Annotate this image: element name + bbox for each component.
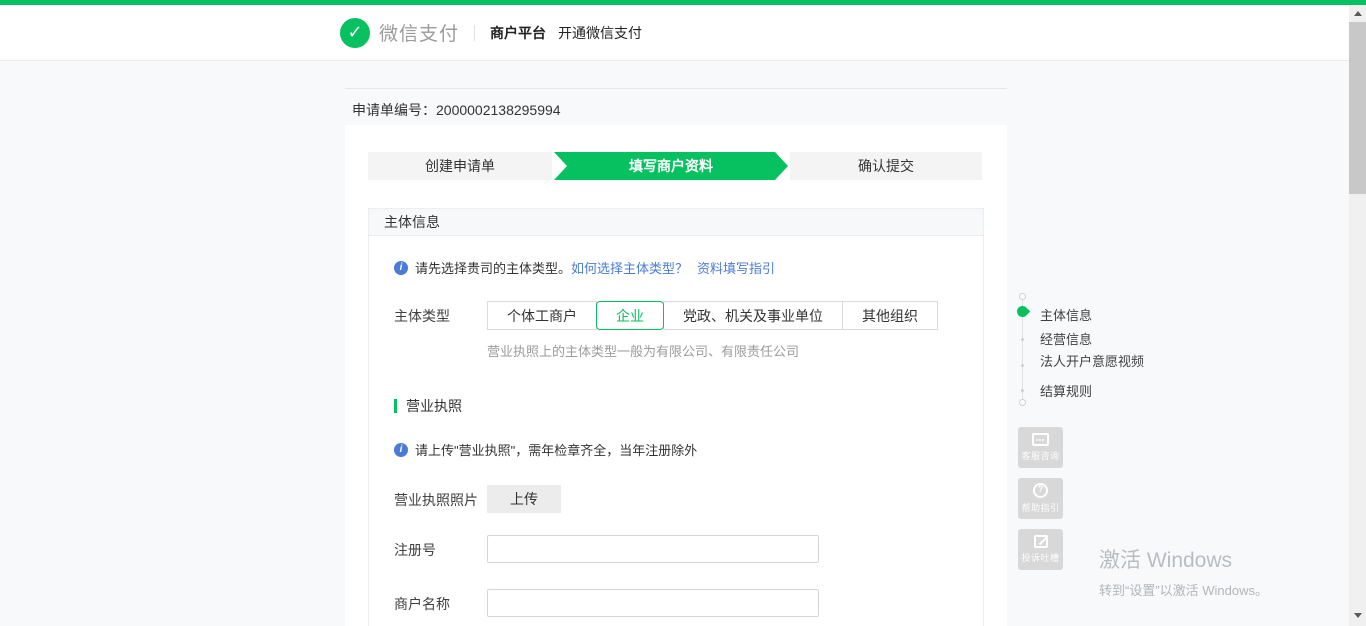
- subject-type-notice: 请先选择贵司的主体类型。 如何选择主体类型？ 资料填写指引: [394, 258, 958, 277]
- subject-type-hint: 营业执照上的主体类型一般为有限公司、有限责任公司: [487, 341, 958, 360]
- help-guide-button[interactable]: 帮助指引: [1018, 478, 1063, 519]
- nav-dot-icon: [1021, 338, 1024, 341]
- anchor-item-subject-info[interactable]: 主体信息: [1040, 308, 1150, 323]
- header-divider: [474, 25, 475, 41]
- wizard-step-confirm: 确认提交: [790, 152, 982, 180]
- page-anchor-nav: 主体信息 经营信息 法人开户意愿视频 结算规则: [1016, 292, 1156, 414]
- anchor-item-legal-person-video[interactable]: 法人开户意愿视频: [1040, 354, 1150, 369]
- chat-icon: [1032, 433, 1049, 446]
- link-how-to-choose[interactable]: 如何选择主体类型？: [571, 258, 688, 277]
- nav-bottom-circle-icon: [1019, 399, 1026, 406]
- nav-top-circle-icon: [1019, 293, 1026, 300]
- anchor-item-settlement-rules[interactable]: 结算规则: [1040, 384, 1150, 399]
- floating-toolbar: 客服咨询 帮助指引 投诉吐槽: [1018, 427, 1063, 570]
- section-title: 主体信息: [369, 209, 983, 236]
- float-button-label: 客服咨询: [1021, 449, 1059, 462]
- anchor-item-business-info[interactable]: 经营信息: [1040, 332, 1150, 347]
- type-option-individual[interactable]: 个体工商户: [487, 301, 597, 330]
- upload-button[interactable]: 上传: [487, 485, 561, 513]
- float-button-label: 投诉吐槽: [1021, 551, 1059, 564]
- main-form-card: 创建申请单 填写商户资料 确认提交 主体信息 请先选择贵司的主体类型。 如何选择…: [345, 125, 1007, 626]
- subject-type-label: 主体类型: [394, 301, 487, 326]
- top-accent-bar: [0, 0, 1366, 5]
- section-body: 请先选择贵司的主体类型。 如何选择主体类型？ 资料填写指引 主体类型 个体工商户…: [369, 236, 983, 626]
- nav-dot-icon: [1021, 364, 1024, 367]
- application-number-value: 2000002138295994: [436, 102, 561, 118]
- subject-type-row: 主体类型 个体工商户 企业 党政、机关及事业单位 其他组织: [394, 301, 958, 330]
- feedback-button[interactable]: 投诉吐槽: [1018, 529, 1063, 570]
- link-fill-guide[interactable]: 资料填写指引: [697, 258, 775, 277]
- info-icon: [394, 261, 408, 275]
- subject-type-options: 个体工商户 企业 党政、机关及事业单位 其他组织: [487, 301, 938, 330]
- scroll-up-button[interactable]: [1349, 5, 1366, 22]
- license-notice: 请上传"营业执照"，需年检章齐全，当年注册除外: [394, 440, 958, 459]
- type-option-other[interactable]: 其他组织: [842, 301, 938, 330]
- customer-service-button[interactable]: 客服咨询: [1018, 427, 1063, 468]
- windows-activation-watermark: 激活 Windows 转到“设置”以激活 Windows。: [1099, 544, 1268, 599]
- merchant-name-input[interactable]: [487, 589, 819, 617]
- watermark-line1: 激活 Windows: [1099, 544, 1268, 574]
- brand-title: 微信支付: [379, 19, 459, 46]
- question-icon: [1033, 483, 1048, 498]
- merchant-name-row: 商户名称: [394, 589, 958, 617]
- edit-icon: [1034, 535, 1048, 548]
- meta-divider-line: [345, 88, 1007, 89]
- active-section-marker-icon: [1015, 304, 1031, 320]
- license-notice-text: 请上传"营业执照"，需年检章齐全，当年注册除外: [415, 440, 697, 459]
- subject-info-section: 主体信息 请先选择贵司的主体类型。 如何选择主体类型？ 资料填写指引 主体类型 …: [368, 208, 984, 626]
- license-title-text: 营业执照: [406, 396, 462, 416]
- float-button-label: 帮助指引: [1021, 501, 1059, 514]
- wizard-step-fill-info: 填写商户资料: [554, 152, 788, 180]
- type-option-government[interactable]: 党政、机关及事业单位: [663, 301, 843, 330]
- merchant-name-label: 商户名称: [394, 589, 487, 614]
- green-bar-icon: [394, 399, 397, 413]
- wizard-step-create: 创建申请单: [368, 152, 552, 180]
- license-photo-label: 营业执照照片: [394, 485, 487, 510]
- registration-number-input[interactable]: [487, 535, 819, 563]
- watermark-line2: 转到“设置”以激活 Windows。: [1099, 580, 1268, 599]
- scroll-down-button[interactable]: [1349, 607, 1366, 624]
- application-number-label: 申请单编号：: [352, 102, 436, 118]
- license-photo-row: 营业执照照片 上传: [394, 485, 958, 513]
- triangle-down-icon: [1354, 613, 1362, 618]
- nav-merchant-platform[interactable]: 商户平台: [490, 23, 546, 43]
- license-subsection-title: 营业执照: [394, 396, 958, 416]
- application-number-line: 申请单编号：2000002138295994: [352, 100, 561, 120]
- scrollbar-thumb[interactable]: [1349, 22, 1366, 194]
- triangle-up-icon: [1354, 11, 1362, 16]
- registration-number-label: 注册号: [394, 535, 487, 560]
- nav-activate-wechat-pay[interactable]: 开通微信支付: [558, 23, 642, 43]
- info-icon: [394, 443, 408, 457]
- step-wizard: 创建申请单 填写商户资料 确认提交: [368, 152, 984, 180]
- type-option-enterprise[interactable]: 企业: [596, 301, 664, 330]
- vertical-scrollbar[interactable]: [1349, 5, 1366, 626]
- notice-text: 请先选择贵司的主体类型。: [415, 258, 571, 277]
- nav-dot-icon: [1021, 389, 1024, 392]
- registration-number-row: 注册号: [394, 535, 958, 563]
- site-header: 微信支付 商户平台 开通微信支付: [0, 5, 1349, 61]
- wechat-pay-logo-icon: [340, 18, 370, 48]
